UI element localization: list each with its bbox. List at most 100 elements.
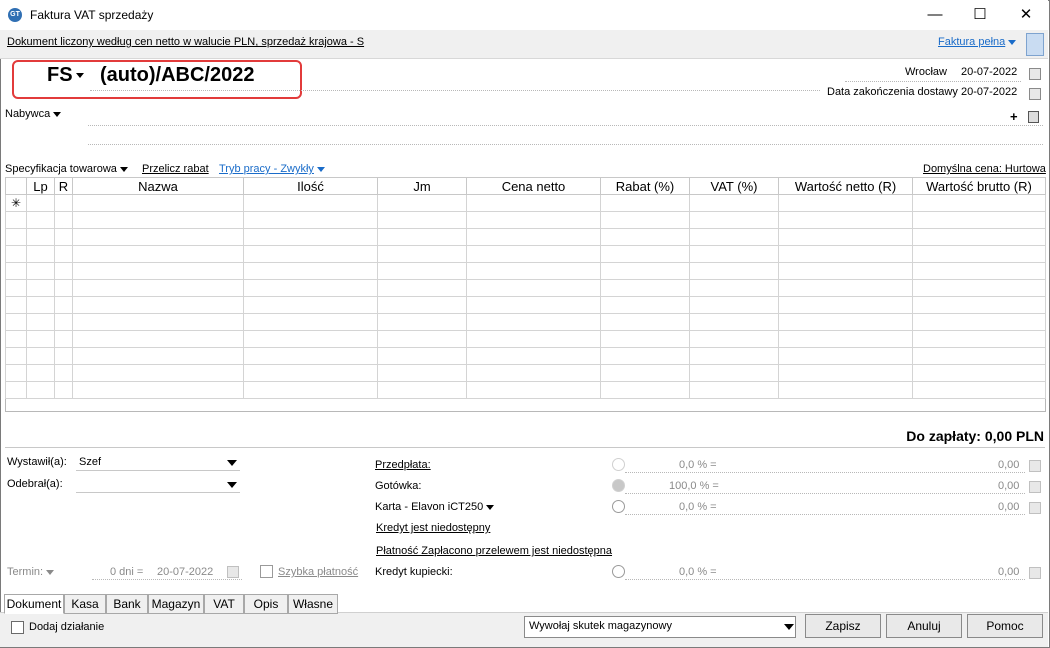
- table-cell[interactable]: [377, 347, 467, 365]
- new-row[interactable]: ✳: [5, 194, 1046, 212]
- table-cell[interactable]: [26, 279, 55, 297]
- table-cell[interactable]: [600, 279, 690, 297]
- fast-payment-checkbox[interactable]: [260, 565, 273, 578]
- table-cell[interactable]: [466, 228, 601, 246]
- add-icon[interactable]: +: [1010, 109, 1018, 124]
- work-mode-link[interactable]: Tryb pracy - Zwykły: [219, 163, 325, 175]
- calculator-icon[interactable]: [1029, 481, 1041, 493]
- column-header[interactable]: Nazwa: [72, 177, 244, 195]
- table-cell[interactable]: [912, 330, 1046, 348]
- term-selector[interactable]: Termin:: [7, 566, 55, 578]
- fast-payment-label[interactable]: Szybka płatność: [278, 566, 358, 578]
- table-cell[interactable]: [5, 262, 27, 280]
- table-cell[interactable]: [72, 381, 244, 399]
- table-row[interactable]: [5, 245, 1046, 263]
- invoice-mode-link[interactable]: Faktura pełna: [938, 36, 1017, 48]
- table-cell[interactable]: [54, 330, 73, 348]
- recalc-discount-link[interactable]: Przelicz rabat: [142, 163, 209, 175]
- table-row[interactable]: [5, 211, 1046, 229]
- column-header[interactable]: Ilość: [243, 177, 378, 195]
- series-selector[interactable]: FS: [47, 64, 84, 87]
- table-cell[interactable]: [912, 262, 1046, 280]
- table-cell[interactable]: [5, 279, 27, 297]
- table-cell[interactable]: [243, 228, 378, 246]
- column-header[interactable]: Wartość netto (R): [778, 177, 913, 195]
- column-header[interactable]: Lp: [26, 177, 55, 195]
- table-cell[interactable]: [912, 228, 1046, 246]
- table-row[interactable]: [5, 228, 1046, 246]
- table-cell[interactable]: [689, 381, 779, 399]
- column-header[interactable]: Rabat (%): [600, 177, 690, 195]
- table-cell[interactable]: [5, 347, 27, 365]
- table-cell[interactable]: [54, 364, 73, 382]
- table-cell[interactable]: [778, 211, 913, 229]
- table-cell[interactable]: [466, 262, 601, 280]
- table-cell[interactable]: [466, 364, 601, 382]
- table-cell[interactable]: [689, 347, 779, 365]
- table-cell[interactable]: [72, 228, 244, 246]
- document-info-link[interactable]: Dokument liczony według cen netto w walu…: [7, 36, 364, 48]
- table-cell[interactable]: [26, 381, 55, 399]
- table-cell[interactable]: [600, 381, 690, 399]
- table-cell[interactable]: [243, 211, 378, 229]
- spec-selector[interactable]: Specyfikacja towarowa: [5, 163, 128, 175]
- table-row[interactable]: [5, 381, 1046, 399]
- table-cell[interactable]: [600, 364, 690, 382]
- table-cell[interactable]: [466, 381, 601, 399]
- table-cell[interactable]: [778, 245, 913, 263]
- maximize-button[interactable]: ☐: [957, 0, 1003, 30]
- issue-date[interactable]: 20-07-2022: [961, 66, 1017, 78]
- document-number[interactable]: (auto)/ABC/2022: [100, 64, 254, 87]
- column-header[interactable]: Jm: [377, 177, 467, 195]
- table-cell[interactable]: [72, 279, 244, 297]
- card-amount[interactable]: 0,00: [998, 501, 1019, 513]
- cancel-button[interactable]: Anuluj: [886, 614, 962, 638]
- table-cell[interactable]: [243, 347, 378, 365]
- table-cell[interactable]: [689, 262, 779, 280]
- table-cell[interactable]: [243, 262, 378, 280]
- table-row[interactable]: [5, 330, 1046, 348]
- table-cell[interactable]: [54, 211, 73, 229]
- tab-opis[interactable]: Opis: [244, 594, 288, 614]
- table-cell[interactable]: [377, 330, 467, 348]
- table-cell[interactable]: [778, 330, 913, 348]
- calendar-icon[interactable]: [1029, 88, 1041, 100]
- default-price-link[interactable]: Domyślna cena: Hurtowa: [923, 163, 1046, 175]
- table-cell[interactable]: [54, 347, 73, 365]
- table-cell[interactable]: [912, 296, 1046, 314]
- table-cell[interactable]: [912, 347, 1046, 365]
- table-cell[interactable]: [72, 364, 244, 382]
- table-cell[interactable]: [466, 211, 601, 229]
- table-cell[interactable]: [377, 228, 467, 246]
- table-cell[interactable]: [54, 245, 73, 263]
- table-row[interactable]: [5, 296, 1046, 314]
- table-cell[interactable]: [466, 347, 601, 365]
- issuer-value[interactable]: Szef: [79, 456, 101, 468]
- table-cell[interactable]: [5, 296, 27, 314]
- close-button[interactable]: ✕: [1003, 0, 1049, 30]
- table-cell[interactable]: [5, 330, 27, 348]
- table-cell[interactable]: [778, 228, 913, 246]
- buyer-selector[interactable]: Nabywca: [5, 108, 62, 120]
- card-radio[interactable]: [612, 500, 625, 513]
- merchant-credit-radio[interactable]: [612, 565, 625, 578]
- help-button[interactable]: Pomoc: [967, 614, 1043, 638]
- table-cell[interactable]: [778, 313, 913, 331]
- table-row[interactable]: [5, 347, 1046, 365]
- table-cell[interactable]: [26, 330, 55, 348]
- tab-bank[interactable]: Bank: [106, 594, 148, 614]
- table-cell[interactable]: [72, 313, 244, 331]
- add-action-label[interactable]: Dodaj działanie: [29, 621, 104, 633]
- table-cell[interactable]: [26, 364, 55, 382]
- table-cell[interactable]: [689, 313, 779, 331]
- table-cell[interactable]: [26, 347, 55, 365]
- table-cell[interactable]: [600, 313, 690, 331]
- list-icon[interactable]: [1028, 111, 1039, 123]
- table-cell[interactable]: [243, 381, 378, 399]
- table-cell[interactable]: [54, 228, 73, 246]
- merchant-credit-percent[interactable]: 0,0 % =: [679, 566, 717, 578]
- table-cell[interactable]: [72, 245, 244, 263]
- table-cell[interactable]: [689, 228, 779, 246]
- table-cell[interactable]: [600, 347, 690, 365]
- table-cell[interactable]: [600, 228, 690, 246]
